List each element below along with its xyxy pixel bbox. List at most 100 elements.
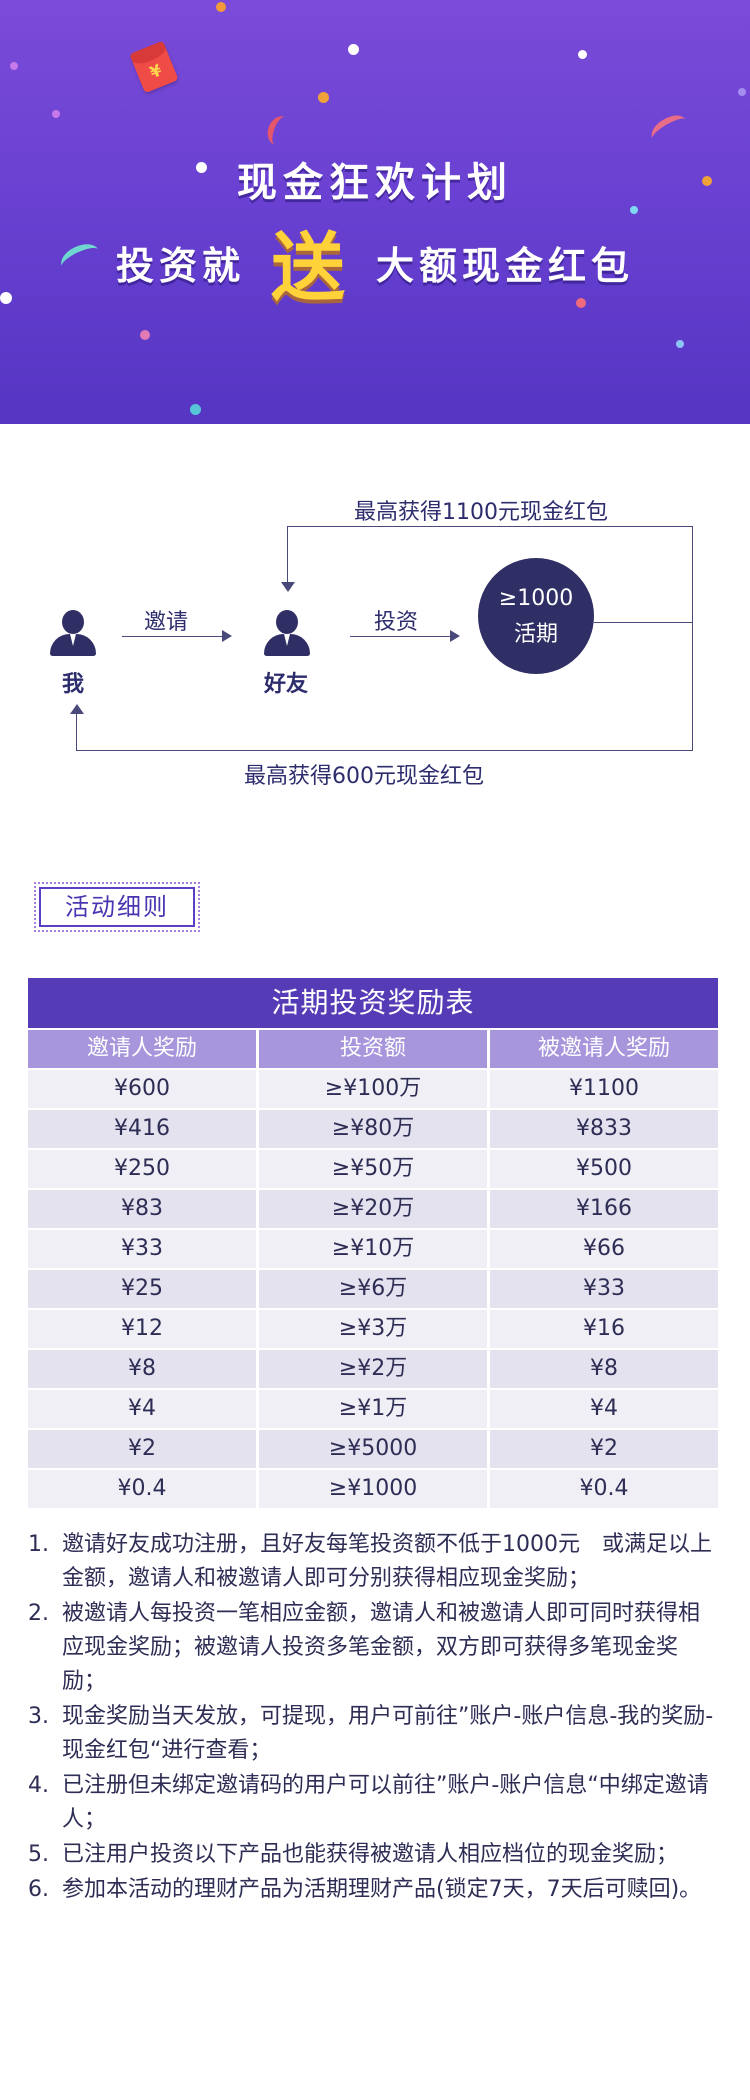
hero-banner: ¥ 现金狂欢计划 投资就送大额现金红包 [0,0,750,424]
invite-flow-diagram: 最高获得1100元现金红包 我 邀请 好友 投资 ≥1000 活期 最高获得60… [0,424,750,824]
loop-line [76,710,77,751]
rule-number: 6. [28,1877,49,1902]
rule-number: 1. [28,1532,49,1557]
subtitle-before: 投资就 [115,244,245,288]
inviter-reward-cell: ¥33 [28,1230,256,1268]
inviter-reward-cell: ¥12 [28,1310,256,1348]
investment-cell: ≥¥80万 [259,1110,487,1148]
inviter-reward-cell: ¥4 [28,1390,256,1428]
invitee-reward-cell: ¥2 [490,1430,718,1468]
confetti-dot [318,92,329,103]
circle-type: 活期 [513,622,558,647]
rule-text: 已注用户投资以下产品也能获得被邀请人相应档位的现金奖励； [62,1842,679,1867]
threshold-circle: ≥1000 活期 [478,558,594,674]
invitee-reward-cell: ¥66 [490,1230,718,1268]
rule-text: 邀请好友成功注册，且好友每笔投资额不低于1000元 或满足以上金额，邀请人和被邀… [62,1532,712,1591]
confetti-dot [676,340,684,348]
table-row: ¥250 ≥¥50万 ¥500 [28,1148,718,1188]
rule-text: 被邀请人每投资一笔相应金额，邀请人和被邀请人即可同时获得相应现金奖励；被邀请人投… [62,1601,701,1694]
invitee-reward-cell: ¥0.4 [490,1470,718,1508]
investment-cell: ≥¥2万 [259,1350,487,1388]
invitee-reward-cell: ¥33 [490,1270,718,1308]
rule-item: 6. 参加本活动的理财产品为活期理财产品(锁定7天，7天后可赎回)。 [28,1873,718,1907]
invitee-reward-cell: ¥4 [490,1390,718,1428]
circle-amount: ≥1000 [498,586,574,611]
invest-arrow [350,636,458,637]
reward-table: 活期投资奖励表 邀请人奖励 投资额 被邀请人奖励 ¥600 ≥¥100万 ¥11… [28,978,718,1508]
column-header: 投资额 [259,1030,487,1068]
confetti-dot [578,50,587,59]
inviter-reward-cell: ¥250 [28,1150,256,1188]
top-reward-label: 最高获得1100元现金红包 [354,500,608,525]
inviter-reward-cell: ¥0.4 [28,1470,256,1508]
page: ¥ 现金狂欢计划 投资就送大额现金红包 最高获得1100元现金红包 我 邀请 好… [0,0,750,2100]
invest-label: 投资 [374,610,419,635]
me-label: 我 [62,672,85,697]
rule-number: 5. [28,1842,49,1867]
table-row: ¥4 ≥¥1万 ¥4 [28,1388,718,1428]
rule-number: 2. [28,1601,49,1626]
arrow-right-icon [450,630,460,642]
inviter-reward-cell: ¥83 [28,1190,256,1228]
column-header: 被邀请人奖励 [490,1030,718,1068]
table-row: ¥2 ≥¥5000 ¥2 [28,1428,718,1468]
invitee-reward-cell: ¥166 [490,1190,718,1228]
banner-subtitle: 投资就送大额现金红包 [0,208,750,315]
banner-title: 现金狂欢计划 [237,160,513,206]
rule-item: 3. 现金奖励当天发放，可提现，用户可前往”账户-账户信息-我的奖励-现金红包“进… [28,1700,718,1768]
confetti-dot [738,88,746,96]
inviter-reward-cell: ¥25 [28,1270,256,1308]
invite-label: 邀请 [144,610,189,635]
column-header: 邀请人奖励 [28,1030,256,1068]
table-row: ¥33 ≥¥10万 ¥66 [28,1228,718,1268]
subtitle-highlight: 送 [271,225,350,311]
table-row: ¥12 ≥¥3万 ¥16 [28,1308,718,1348]
bottom-reward-label: 最高获得600元现金红包 [244,764,484,789]
invitee-reward-cell: ¥8 [490,1350,718,1388]
rule-number: 4. [28,1773,49,1798]
rule-item: 2. 被邀请人每投资一笔相应金额，邀请人和被邀请人即可同时获得相应现金奖励；被邀请… [28,1597,718,1699]
invitee-reward-cell: ¥500 [490,1150,718,1188]
loop-line [594,622,693,623]
rule-item: 4. 已注册但未绑定邀请码的用户可以前往”账户-账户信息“中绑定邀请人； [28,1769,718,1837]
activity-details-label: 活动细则 [39,887,195,927]
loop-line [287,526,288,586]
rule-item: 5. 已注用户投资以下产品也能获得被邀请人相应档位的现金奖励； [28,1838,718,1872]
loop-line [692,622,693,750]
investment-cell: ≥¥50万 [259,1150,487,1188]
invite-arrow [122,636,230,637]
table-row: ¥83 ≥¥20万 ¥166 [28,1188,718,1228]
confetti-dot [140,330,150,340]
inviter-reward-cell: ¥600 [28,1070,256,1108]
friend-icon [264,610,310,658]
investment-cell: ≥¥10万 [259,1230,487,1268]
inviter-reward-cell: ¥2 [28,1430,256,1468]
investment-cell: ≥¥1万 [259,1390,487,1428]
user-icon [50,610,96,658]
table-row: ¥600 ≥¥100万 ¥1100 [28,1068,718,1108]
loop-line [76,750,693,751]
rule-number: 3. [28,1704,49,1729]
red-envelope-icon: ¥ [129,40,179,94]
rule-text: 参加本活动的理财产品为活期理财产品(锁定7天，7天后可赎回)。 [62,1877,702,1902]
investment-cell: ≥¥100万 [259,1070,487,1108]
subtitle-after: 大额现金红包 [376,244,635,288]
invitee-reward-cell: ¥1100 [490,1070,718,1108]
ribbon-confetti [647,109,691,149]
investment-cell: ≥¥20万 [259,1190,487,1228]
inviter-reward-cell: ¥416 [28,1110,256,1148]
ribbon-confetti [263,112,297,150]
confetti-dot [348,44,359,55]
rules-list: 1. 邀请好友成功注册，且好友每笔投资额不低于1000元 或满足以上金额，邀请人和… [28,1528,718,1908]
investment-cell: ≥¥3万 [259,1310,487,1348]
table-row: ¥416 ≥¥80万 ¥833 [28,1108,718,1148]
friend-label: 好友 [264,672,309,697]
investment-cell: ≥¥5000 [259,1430,487,1468]
table-row: ¥8 ≥¥2万 ¥8 [28,1348,718,1388]
table-row: ¥0.4 ≥¥1000 ¥0.4 [28,1468,718,1508]
arrow-up-icon [70,704,84,714]
loop-line [692,526,693,622]
investment-cell: ≥¥1000 [259,1470,487,1508]
confetti-dot [190,404,201,415]
rule-text: 现金奖励当天发放，可提现，用户可前往”账户-账户信息-我的奖励-现金红包“进行查… [62,1704,714,1763]
